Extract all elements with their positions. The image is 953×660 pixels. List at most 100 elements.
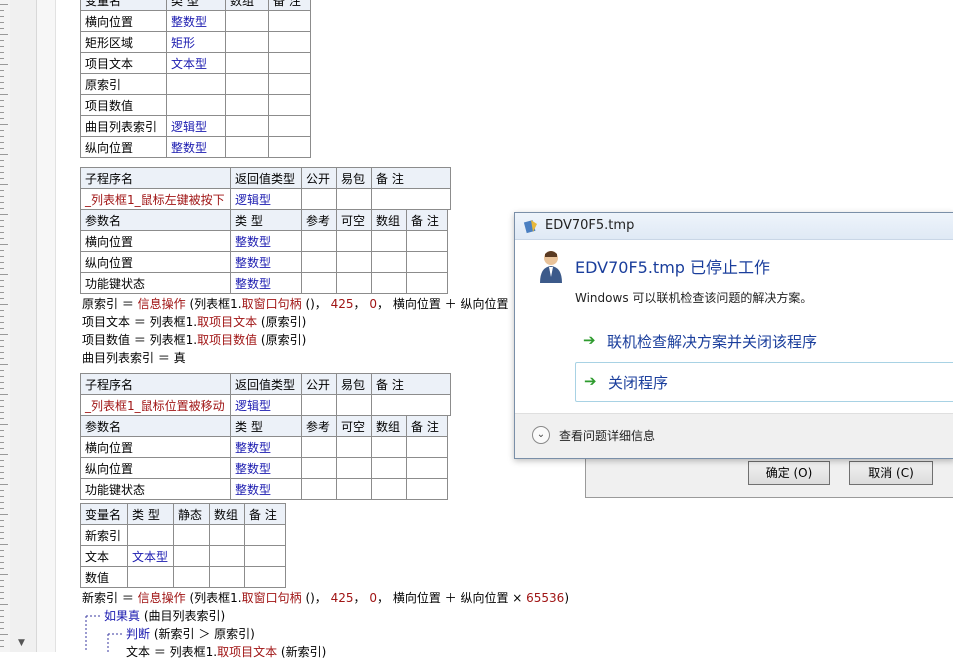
table-row[interactable]: 新索引 (80, 524, 286, 546)
table-row[interactable]: 矩形区域 矩形 (80, 31, 311, 53)
check-online-option[interactable]: ➔ 联机检查解决方案并关闭该程序 (575, 322, 953, 360)
close-program-option[interactable]: ➔ 关闭程序 (575, 362, 953, 402)
cell[interactable] (173, 524, 210, 546)
cell[interactable] (225, 10, 269, 32)
var-name[interactable]: 项目文本 (80, 52, 167, 74)
table-row[interactable]: _列表框1_鼠标左键被按下 逻辑型 (80, 188, 451, 210)
cell[interactable] (209, 524, 245, 546)
var-type[interactable] (127, 566, 174, 588)
cell[interactable] (371, 230, 407, 252)
table-row[interactable]: 横向位置 整数型 (80, 10, 311, 32)
chevron-down-icon[interactable]: ⌄ (532, 426, 550, 444)
cell[interactable] (301, 394, 337, 416)
var-name[interactable]: 项目数值 (80, 94, 167, 116)
return-type[interactable]: 逻辑型 (230, 188, 302, 210)
cell[interactable] (225, 136, 269, 158)
cell[interactable] (371, 478, 407, 500)
cell[interactable] (336, 478, 372, 500)
var-type[interactable]: 整数型 (166, 10, 226, 32)
cell[interactable] (336, 436, 372, 458)
table-row[interactable]: 原索引 (80, 73, 311, 95)
param-type[interactable]: 整数型 (230, 457, 302, 479)
table-row[interactable]: 纵向位置 整数型 (80, 251, 448, 273)
var-type[interactable]: 逻辑型 (166, 115, 226, 137)
table-row[interactable]: 项目文本 文本型 (80, 52, 311, 74)
cell[interactable] (371, 272, 407, 294)
code-line[interactable]: 判断 (新索引 ＞ 原索引) (126, 625, 255, 642)
subroutine-name[interactable]: _列表框1_鼠标左键被按下 (80, 188, 231, 210)
cell[interactable] (173, 545, 210, 567)
param-type[interactable]: 整数型 (230, 272, 302, 294)
table-row[interactable]: 曲目列表索引 逻辑型 (80, 115, 311, 137)
cell[interactable] (336, 394, 372, 416)
var-name[interactable]: 矩形区域 (80, 31, 167, 53)
param-type[interactable]: 整数型 (230, 478, 302, 500)
param-type[interactable]: 整数型 (230, 251, 302, 273)
cell[interactable] (406, 478, 448, 500)
cell[interactable] (268, 115, 311, 137)
cell[interactable] (268, 73, 311, 95)
cell[interactable] (225, 31, 269, 53)
table-row[interactable]: 功能键状态 整数型 (80, 272, 448, 294)
cell[interactable] (406, 457, 448, 479)
cell[interactable] (371, 457, 407, 479)
code-line[interactable]: 项目文本 ＝ 列表框1.取项目文本 (原索引) (82, 313, 306, 330)
cell[interactable] (244, 545, 286, 567)
table-row[interactable]: 数值 (80, 566, 286, 588)
table-row[interactable]: 纵向位置 整数型 (80, 457, 448, 479)
cell[interactable] (173, 566, 210, 588)
table-row[interactable]: 文本 文本型 (80, 545, 286, 567)
var-name[interactable]: 原索引 (80, 73, 167, 95)
table-row[interactable]: 纵向位置 整数型 (80, 136, 311, 158)
param-name[interactable]: 纵向位置 (80, 457, 231, 479)
cell[interactable] (268, 136, 311, 158)
cell[interactable] (244, 566, 286, 588)
var-type[interactable]: 文本型 (166, 52, 226, 74)
cell[interactable] (209, 545, 245, 567)
ok-button[interactable]: 确定 (O) (748, 461, 830, 485)
param-type[interactable]: 整数型 (230, 230, 302, 252)
param-type[interactable]: 整数型 (230, 436, 302, 458)
code-line[interactable]: 新索引 ＝ 信息操作 (列表框1.取窗口句柄 ()， 425， 0， 横向位置 … (82, 589, 569, 606)
var-name[interactable]: 横向位置 (80, 10, 167, 32)
table-row[interactable]: 项目数值 (80, 94, 311, 116)
cell[interactable] (336, 188, 372, 210)
var-name[interactable]: 数值 (80, 566, 128, 588)
cell[interactable] (336, 251, 372, 273)
table-row[interactable]: 功能键状态 整数型 (80, 478, 448, 500)
var-name[interactable]: 新索引 (80, 524, 128, 546)
code-line[interactable]: 如果真 (曲目列表索引) (104, 607, 225, 624)
return-type[interactable]: 逻辑型 (230, 394, 302, 416)
dialog-titlebar[interactable]: EDV70F5.tmp (515, 213, 953, 240)
cell[interactable] (371, 251, 407, 273)
param-name[interactable]: 横向位置 (80, 230, 231, 252)
param-name[interactable]: 横向位置 (80, 436, 231, 458)
cell[interactable] (225, 73, 269, 95)
cell[interactable] (268, 10, 311, 32)
cell[interactable] (209, 566, 245, 588)
cell[interactable] (336, 230, 372, 252)
cell[interactable] (406, 251, 448, 273)
view-details-link[interactable]: 查看问题详细信息 (559, 427, 655, 444)
cell[interactable] (301, 436, 337, 458)
cell[interactable] (406, 272, 448, 294)
var-name[interactable]: 曲目列表索引 (80, 115, 167, 137)
var-type[interactable] (127, 524, 174, 546)
cancel-button[interactable]: 取消 (C) (849, 461, 933, 485)
cell[interactable] (244, 524, 286, 546)
var-type[interactable]: 整数型 (166, 136, 226, 158)
cell[interactable] (268, 94, 311, 116)
param-name[interactable]: 纵向位置 (80, 251, 231, 273)
cell[interactable] (301, 272, 337, 294)
cell[interactable] (336, 457, 372, 479)
cell[interactable] (268, 31, 311, 53)
subroutine-name[interactable]: _列表框1_鼠标位置被移动 (80, 394, 231, 416)
cell[interactable] (225, 52, 269, 74)
var-type[interactable]: 文本型 (127, 545, 174, 567)
cell[interactable] (301, 188, 337, 210)
code-line[interactable]: 曲目列表索引 ＝ 真 (82, 349, 186, 366)
cell[interactable] (406, 230, 448, 252)
cell[interactable] (371, 394, 451, 416)
table-row[interactable]: 横向位置 整数型 (80, 436, 448, 458)
param-name[interactable]: 功能键状态 (80, 272, 231, 294)
